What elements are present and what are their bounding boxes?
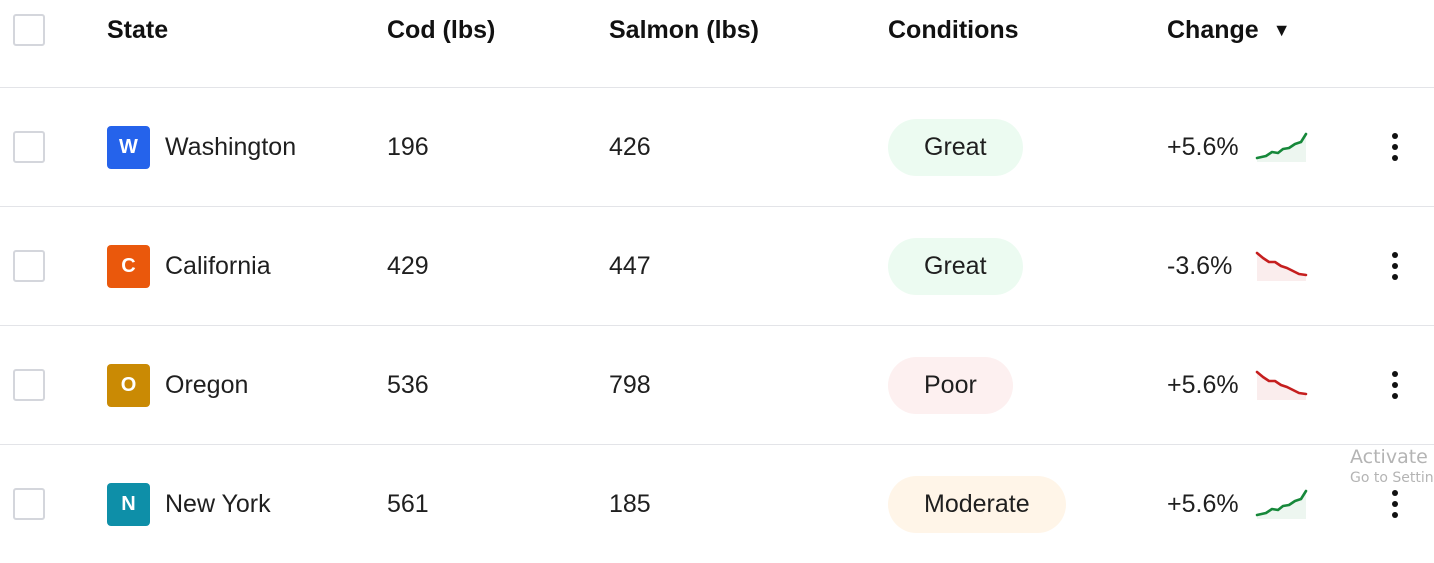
more-vertical-icon[interactable] [1392,133,1398,161]
select-all-checkbox[interactable] [13,14,45,46]
watermark-line-1: Activate W [1350,446,1434,468]
cod-value: 429 [387,251,429,280]
caret-down-icon[interactable]: ▼ [1273,20,1291,41]
state-cell: C California [107,207,271,325]
row-checkbox[interactable] [13,369,45,401]
table-row[interactable]: N New York 561 185 Moderate +5.6% [0,445,1434,563]
conditions-cell: Great [888,207,1023,325]
row-checkbox-cell [13,88,45,206]
state-name: Oregon [165,370,249,399]
table-row[interactable]: W Washington 196 426 Great +5.6% [0,88,1434,207]
row-actions-cell [1380,88,1410,206]
change-cell: +5.6% [1167,445,1311,563]
trend-sparkline [1255,251,1308,281]
change-value: +5.6% [1167,370,1239,399]
condition-badge: Poor [888,356,1013,414]
table-row[interactable]: O Oregon 536 798 Poor +5.6% [0,326,1434,445]
sparkline-area [1257,491,1306,519]
state-avatar: O [107,363,150,407]
salmon-value: 185 [609,489,651,518]
change-value: -3.6% [1167,251,1233,280]
column-header-conditions[interactable]: Conditions [888,0,1019,60]
fish-data-table: State Cod (lbs) Salmon (lbs) Conditions … [0,0,1434,563]
change-cell: -3.6% [1167,207,1311,325]
condition-badge: Great [888,237,1023,295]
state-avatar: W [107,125,150,169]
activation-watermark: Activate W Go to Setting [1350,446,1434,486]
state-cell: W Washington [107,88,296,206]
state-cell: N New York [107,445,271,563]
change-cell: +5.6% [1167,326,1311,444]
more-vertical-icon[interactable] [1392,371,1398,399]
cod-value: 561 [387,489,429,518]
trend-sparkline [1255,489,1308,519]
column-header-cod[interactable]: Cod (lbs) [387,0,495,60]
state-name: Washington [165,132,297,161]
table-row[interactable]: C California 429 447 Great -3.6% [0,207,1434,326]
more-vertical-icon[interactable] [1392,252,1398,280]
state-name: California [165,251,271,280]
change-value: +5.6% [1167,132,1239,161]
column-header-salmon[interactable]: Salmon (lbs) [609,0,759,60]
watermark-line-2: Go to Setting [1350,470,1434,486]
cod-value: 536 [387,370,429,399]
row-checkbox-cell [13,445,45,563]
row-checkbox[interactable] [13,250,45,282]
change-cell: +5.6% [1167,88,1311,206]
change-value: +5.6% [1167,489,1239,518]
state-avatar: C [107,244,150,288]
conditions-cell: Moderate [888,445,1066,563]
conditions-cell: Poor [888,326,1013,444]
state-name: New York [165,489,271,518]
table-header: State Cod (lbs) Salmon (lbs) Conditions … [0,0,1434,88]
sparkline-area [1257,134,1306,162]
header-checkbox-cell [13,0,45,60]
column-header-change[interactable]: Change ▼ [1167,0,1291,60]
cod-value: 196 [387,132,429,161]
condition-badge: Great [888,118,1023,176]
salmon-value: 798 [609,370,651,399]
row-checkbox-cell [13,326,45,444]
salmon-value: 447 [609,251,651,280]
state-cell: O Oregon [107,326,248,444]
row-checkbox[interactable] [13,488,45,520]
trend-sparkline [1255,132,1308,162]
conditions-cell: Great [888,88,1023,206]
row-checkbox-cell [13,207,45,325]
trend-sparkline [1255,370,1308,400]
column-header-state[interactable]: State [107,0,168,60]
more-vertical-icon[interactable] [1392,490,1398,518]
column-header-change-label: Change [1167,15,1259,44]
row-actions-cell [1380,326,1410,444]
row-actions-cell [1380,207,1410,325]
state-avatar: N [107,482,150,526]
salmon-value: 426 [609,132,651,161]
row-checkbox[interactable] [13,131,45,163]
